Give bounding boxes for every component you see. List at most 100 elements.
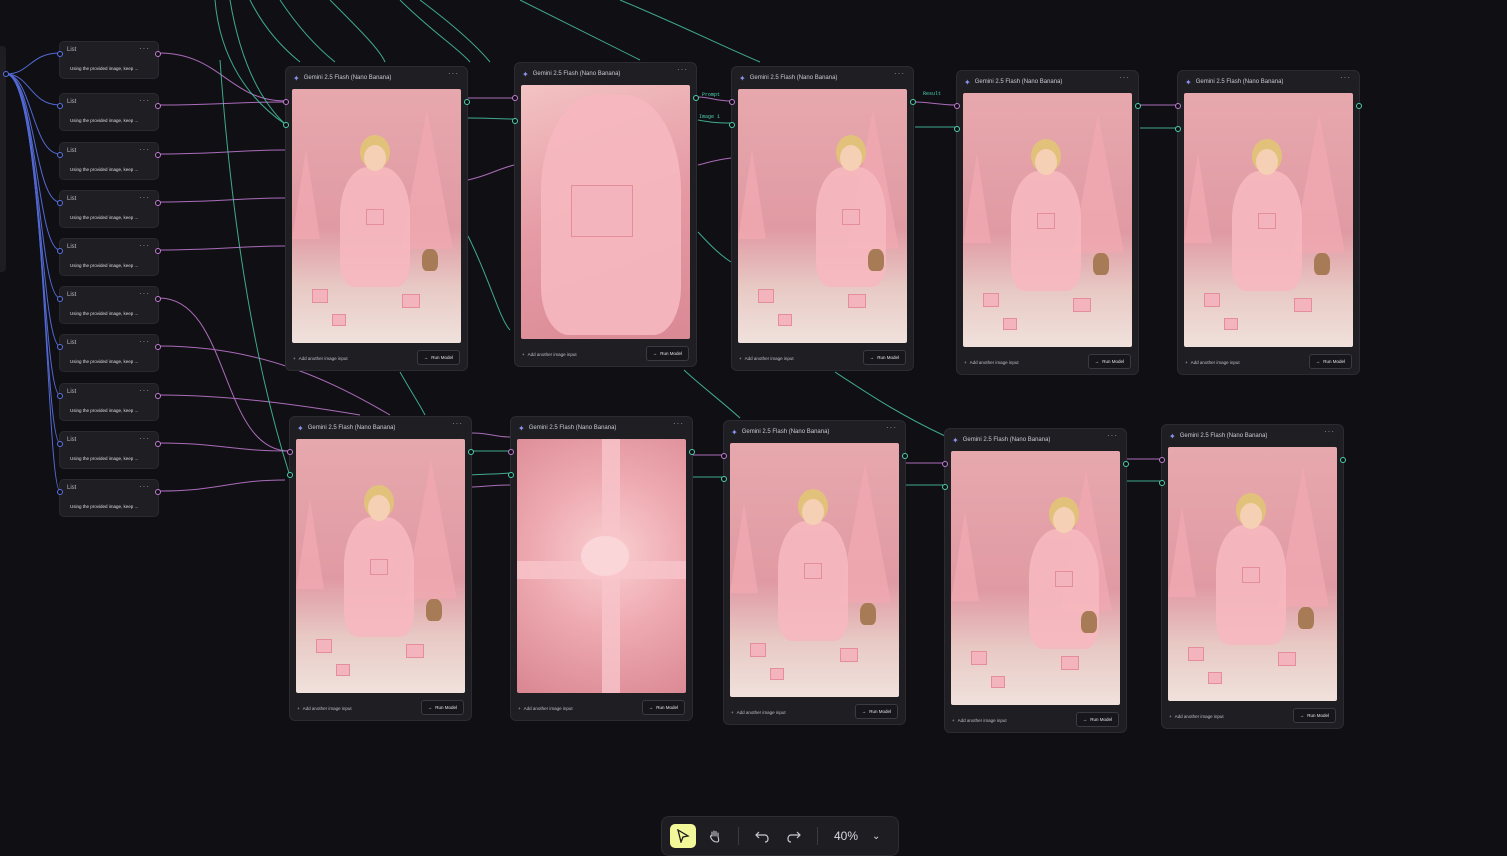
run-model-button[interactable]: → Run Model (862, 350, 906, 365)
list-input-port[interactable] (57, 51, 63, 57)
more-options-icon[interactable]: ··· (1107, 431, 1118, 440)
list-node[interactable]: List ··· Using the provided image, keep ..… (57, 238, 161, 276)
run-model-button[interactable]: → Run Model (1075, 712, 1119, 727)
source-output-port[interactable] (3, 71, 9, 77)
list-node[interactable]: List ··· Using the provided image, keep ..… (57, 286, 161, 324)
list-input-port[interactable] (57, 489, 63, 495)
more-options-icon[interactable]: ··· (139, 434, 150, 443)
more-options-icon[interactable]: ··· (452, 419, 463, 428)
result-output-port[interactable] (1340, 457, 1346, 463)
prompt-input-port[interactable] (1175, 103, 1181, 109)
list-node[interactable]: List ··· Using the provided image, keep ..… (57, 334, 161, 372)
list-output-port[interactable] (155, 248, 161, 254)
list-output-port[interactable] (155, 103, 161, 109)
model-node-header[interactable]: ✦ Gemini 2.5 Flash (Nano Banana) (1185, 76, 1283, 88)
generated-image[interactable] (521, 85, 690, 339)
add-image-input-button[interactable]: + Add another image input (1169, 714, 1224, 719)
add-image-input-button[interactable]: + Add another image input (731, 710, 786, 715)
model-node-header[interactable]: ✦ Gemini 2.5 Flash (Nano Banana) (964, 76, 1062, 88)
more-options-icon[interactable]: ··· (886, 423, 897, 432)
list-node[interactable]: List ··· Using the provided image, keep ..… (57, 383, 161, 421)
list-input-port[interactable] (57, 344, 63, 350)
list-output-port[interactable] (155, 51, 161, 57)
more-options-icon[interactable]: ··· (139, 44, 150, 53)
generated-image[interactable] (730, 443, 899, 697)
list-output-port[interactable] (155, 441, 161, 447)
model-node-header[interactable]: ✦ Gemini 2.5 Flash (Nano Banana) (297, 422, 395, 434)
add-image-input-button[interactable]: + Add another image input (1185, 360, 1240, 365)
prompt-input-port[interactable] (512, 95, 518, 101)
model-node-header[interactable]: ✦ Gemini 2.5 Flash (Nano Banana) (293, 72, 391, 84)
more-options-icon[interactable]: ··· (139, 289, 150, 298)
model-node[interactable]: ✦ Gemini 2.5 Flash (Nano Banana) ··· + Add a… (287, 416, 474, 721)
model-node-header[interactable]: ✦ Gemini 2.5 Flash (Nano Banana) (952, 434, 1050, 446)
more-options-icon[interactable]: ··· (1119, 73, 1130, 82)
result-output-port[interactable] (1135, 103, 1141, 109)
image-input-port[interactable] (283, 122, 289, 128)
select-tool-button[interactable] (670, 824, 696, 848)
model-node[interactable]: ✦ Gemini 2.5 Flash (Nano Banana) ··· + Add a… (508, 416, 695, 721)
result-output-port[interactable] (1356, 103, 1362, 109)
prompt-input-port[interactable] (1159, 457, 1165, 463)
list-output-port[interactable] (155, 393, 161, 399)
generated-image[interactable] (292, 89, 461, 343)
generated-image[interactable] (517, 439, 686, 693)
add-image-input-button[interactable]: + Add another image input (739, 356, 794, 361)
generated-image[interactable] (296, 439, 465, 693)
model-node[interactable]: ✦ Gemini 2.5 Flash (Nano Banana) ··· + Add a… (942, 428, 1129, 733)
prompt-input-port[interactable] (508, 449, 514, 455)
add-image-input-button[interactable]: + Add another image input (952, 718, 1007, 723)
image-input-port[interactable] (287, 472, 293, 478)
generated-image[interactable] (963, 93, 1132, 347)
list-input-port[interactable] (57, 296, 63, 302)
run-model-button[interactable]: → Run Model (645, 346, 689, 361)
prompt-input-port[interactable] (283, 99, 289, 105)
model-node[interactable]: ✦ Gemini 2.5 Flash (Nano Banana) ··· + Add a… (283, 66, 470, 371)
more-options-icon[interactable]: ··· (139, 482, 150, 491)
image-input-port[interactable] (721, 476, 727, 482)
result-output-port[interactable] (464, 99, 470, 105)
prompt-input-port[interactable] (721, 453, 727, 459)
generated-image[interactable] (951, 451, 1120, 705)
more-options-icon[interactable]: ··· (1340, 73, 1351, 82)
more-options-icon[interactable]: ··· (448, 69, 459, 78)
prompt-input-port[interactable] (287, 449, 293, 455)
list-output-port[interactable] (155, 200, 161, 206)
prompt-input-port[interactable] (942, 461, 948, 467)
undo-button[interactable] (749, 824, 775, 848)
add-image-input-button[interactable]: + Add another image input (518, 706, 573, 711)
result-output-port[interactable] (468, 449, 474, 455)
zoom-level[interactable]: 40% (834, 829, 858, 843)
result-output-port[interactable] (689, 449, 695, 455)
more-options-icon[interactable]: ··· (894, 69, 905, 78)
list-output-port[interactable] (155, 296, 161, 302)
more-options-icon[interactable]: ··· (673, 419, 684, 428)
more-options-icon[interactable]: ··· (1324, 427, 1335, 436)
source-node-edge[interactable] (0, 46, 6, 272)
add-image-input-button[interactable]: + Add another image input (293, 356, 348, 361)
more-options-icon[interactable]: ··· (139, 386, 150, 395)
run-model-button[interactable]: → Run Model (641, 700, 685, 715)
list-input-port[interactable] (57, 248, 63, 254)
more-options-icon[interactable]: ··· (139, 241, 150, 250)
run-model-button[interactable]: → Run Model (420, 700, 464, 715)
list-input-port[interactable] (57, 200, 63, 206)
image-input-port[interactable] (729, 122, 735, 128)
model-node-header[interactable]: ✦ Gemini 2.5 Flash (Nano Banana) (522, 68, 620, 80)
list-input-port[interactable] (57, 152, 63, 158)
add-image-input-button[interactable]: + Add another image input (522, 352, 577, 357)
more-options-icon[interactable]: ··· (139, 96, 150, 105)
image-input-port[interactable] (1175, 126, 1181, 132)
model-node[interactable]: ✦ Gemini 2.5 Flash (Nano Banana) ··· + Add a… (729, 66, 916, 371)
list-output-port[interactable] (155, 489, 161, 495)
more-options-icon[interactable]: ··· (139, 145, 150, 154)
image-input-port[interactable] (508, 472, 514, 478)
result-output-port[interactable] (910, 99, 916, 105)
list-node[interactable]: List ··· Using the provided image, keep ..… (57, 142, 161, 180)
more-options-icon[interactable]: ··· (139, 337, 150, 346)
list-input-port[interactable] (57, 393, 63, 399)
add-image-input-button[interactable]: + Add another image input (964, 360, 1019, 365)
list-node[interactable]: List ··· Using the provided image, keep ..… (57, 190, 161, 228)
generated-image[interactable] (1168, 447, 1337, 701)
list-output-port[interactable] (155, 344, 161, 350)
